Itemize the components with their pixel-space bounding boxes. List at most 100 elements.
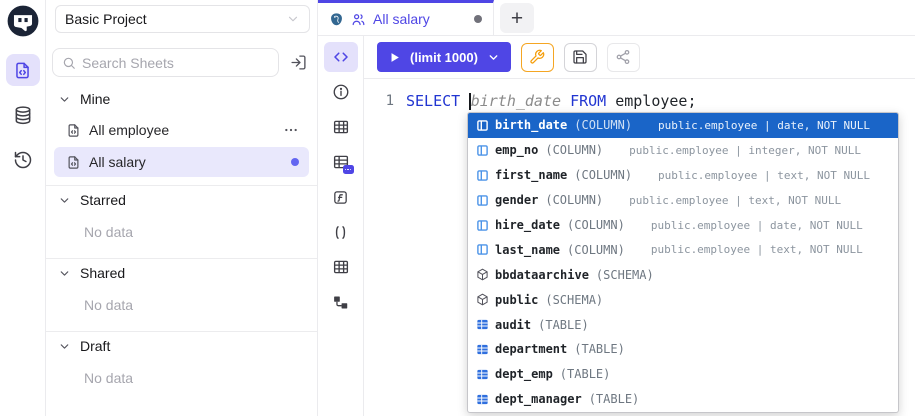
- suggestion-kind: (COLUMN): [574, 168, 632, 182]
- search-sheets-input[interactable]: [82, 55, 269, 71]
- suggestion-name: audit: [495, 318, 531, 332]
- schema-cube-icon: [475, 268, 489, 282]
- suggestion-name: birth_date: [495, 118, 567, 132]
- suggestion-kind: (TABLE): [574, 342, 625, 356]
- suggestion-name: hire_date: [495, 218, 560, 232]
- suggestion-name: last_name: [495, 243, 560, 257]
- suggestion-kind: (COLUMN): [545, 193, 603, 207]
- section-draft[interactable]: Draft: [54, 332, 309, 360]
- workarea: (limit 1000): [318, 36, 915, 416]
- section-mine[interactable]: Mine: [54, 85, 309, 113]
- autocomplete-item[interactable]: public (SCHEMA): [468, 287, 898, 312]
- editor-rail-schema-diagram[interactable]: [324, 287, 358, 317]
- editor-rail-code[interactable]: [324, 42, 358, 72]
- editor-rail-functions[interactable]: [324, 182, 358, 212]
- table-grid-icon: [475, 318, 489, 332]
- sql-editor[interactable]: 1SELECT birth_date FROM employee;: [364, 79, 915, 416]
- bytebase-logo: [6, 4, 40, 38]
- suggestion-name: dept_emp: [495, 367, 553, 381]
- suggestion-kind: (SCHEMA): [596, 268, 654, 282]
- suggestion-kind: (COLUMN): [567, 243, 625, 257]
- suggestion-detail: public.employee | text, NOT NULL: [651, 243, 863, 256]
- info-icon: [332, 83, 350, 101]
- suggestion-detail: public.employee | text, NOT NULL: [629, 194, 841, 207]
- editor-column: (limit 1000): [364, 36, 915, 416]
- section-draft-label: Draft: [80, 338, 110, 354]
- tab-dot: [474, 15, 482, 23]
- column-icon: [475, 243, 489, 257]
- suggestion-kind: (SCHEMA): [545, 293, 603, 307]
- column-icon: [475, 118, 489, 132]
- chevron-down-icon: [58, 194, 71, 207]
- suggestion-kind: (COLUMN): [567, 218, 625, 232]
- editor-rail-procedures[interactable]: [324, 217, 358, 247]
- chevron-down-icon: [286, 12, 300, 26]
- schema-cube-icon: [475, 293, 489, 307]
- suggestion-detail: public.employee | integer, NOT NULL: [629, 144, 861, 157]
- autocomplete-item[interactable]: department (TABLE): [468, 337, 898, 362]
- autocomplete-item[interactable]: last_name (COLUMN) public.employee | tex…: [468, 237, 898, 262]
- suggestion-name: emp_no: [495, 143, 538, 157]
- autocomplete-item[interactable]: birth_date (COLUMN) public.employee | da…: [468, 113, 898, 138]
- share-icon: [615, 49, 631, 65]
- save-sheet-button[interactable]: [564, 43, 597, 72]
- query-settings-button[interactable]: [521, 43, 554, 72]
- suggestion-kind: (TABLE): [560, 367, 611, 381]
- section-starred[interactable]: Starred: [54, 186, 309, 214]
- autocomplete-item[interactable]: gender (COLUMN) public.employee | text, …: [468, 188, 898, 213]
- editor-rail-info[interactable]: [324, 77, 358, 107]
- editor-rail-tables[interactable]: [324, 112, 358, 142]
- search-icon: [62, 56, 76, 70]
- postgres-elephant-icon: [329, 12, 344, 27]
- ghost-suggestion-text: birth_date: [471, 92, 570, 111]
- autocomplete-item[interactable]: emp_no (COLUMN) public.employee | intege…: [468, 138, 898, 163]
- sidebar-item-history[interactable]: [6, 144, 40, 176]
- chevron-down-icon[interactable]: [487, 51, 500, 64]
- editor-side-rail: [318, 36, 364, 416]
- collapse-sidebar-icon[interactable]: [286, 51, 310, 75]
- search-box: [52, 48, 279, 77]
- history-icon: [13, 150, 33, 170]
- schema-diagram-icon: [332, 294, 349, 311]
- sheet-item-all-salary[interactable]: All salary: [54, 147, 309, 177]
- suggestion-kind: (COLUMN): [545, 143, 603, 157]
- sidebar-item-databases[interactable]: [6, 99, 40, 131]
- run-button-label: (limit 1000): [410, 50, 478, 65]
- shared-users-icon: [351, 12, 366, 27]
- project-selector[interactable]: Basic Project: [55, 5, 310, 33]
- autocomplete-item[interactable]: dept_emp (TABLE): [468, 362, 898, 387]
- section-shared-label: Shared: [80, 265, 125, 281]
- autocomplete-item[interactable]: first_name (COLUMN) public.employee | te…: [468, 163, 898, 188]
- autocomplete-item[interactable]: hire_date (COLUMN) public.employee | dat…: [468, 213, 898, 238]
- code-icon: [332, 48, 350, 66]
- starred-empty-text: No data: [54, 214, 309, 250]
- editor-rail-external-tables[interactable]: [324, 252, 358, 282]
- suggestion-name: public: [495, 293, 538, 307]
- sql-keyword-select: SELECT: [406, 92, 469, 111]
- chevron-down-icon: [58, 93, 71, 106]
- wrench-icon: [529, 49, 545, 65]
- autocomplete-item[interactable]: bbdataarchive (SCHEMA): [468, 262, 898, 287]
- shared-empty-text: No data: [54, 287, 309, 323]
- sheets-icon: [13, 61, 32, 80]
- share-sheet-button[interactable]: [607, 43, 640, 72]
- new-tab-button[interactable]: +: [500, 3, 534, 33]
- table-list-icon: [332, 118, 350, 136]
- autocomplete-item[interactable]: audit (TABLE): [468, 312, 898, 337]
- section-shared[interactable]: Shared: [54, 259, 309, 287]
- more-ellipsis-icon[interactable]: [283, 122, 299, 138]
- editor-rail-er-diagram[interactable]: [324, 147, 358, 177]
- tab-all-salary[interactable]: All salary: [318, 0, 494, 35]
- section-mine-label: Mine: [80, 91, 110, 107]
- autocomplete-item[interactable]: dept_manager (TABLE): [468, 387, 898, 412]
- suggestion-detail: public.employee | date, NOT NULL: [651, 219, 863, 232]
- function-icon: [332, 189, 349, 206]
- play-icon: [388, 51, 401, 64]
- draft-empty-text: No data: [54, 360, 309, 396]
- line-number: 1: [364, 92, 394, 111]
- suggestion-name: gender: [495, 193, 538, 207]
- run-query-button[interactable]: (limit 1000): [377, 42, 511, 72]
- sheet-item-all-employee[interactable]: All employee: [54, 115, 309, 145]
- project-selector-value: Basic Project: [65, 11, 147, 27]
- sidebar-item-sheets[interactable]: [6, 54, 40, 86]
